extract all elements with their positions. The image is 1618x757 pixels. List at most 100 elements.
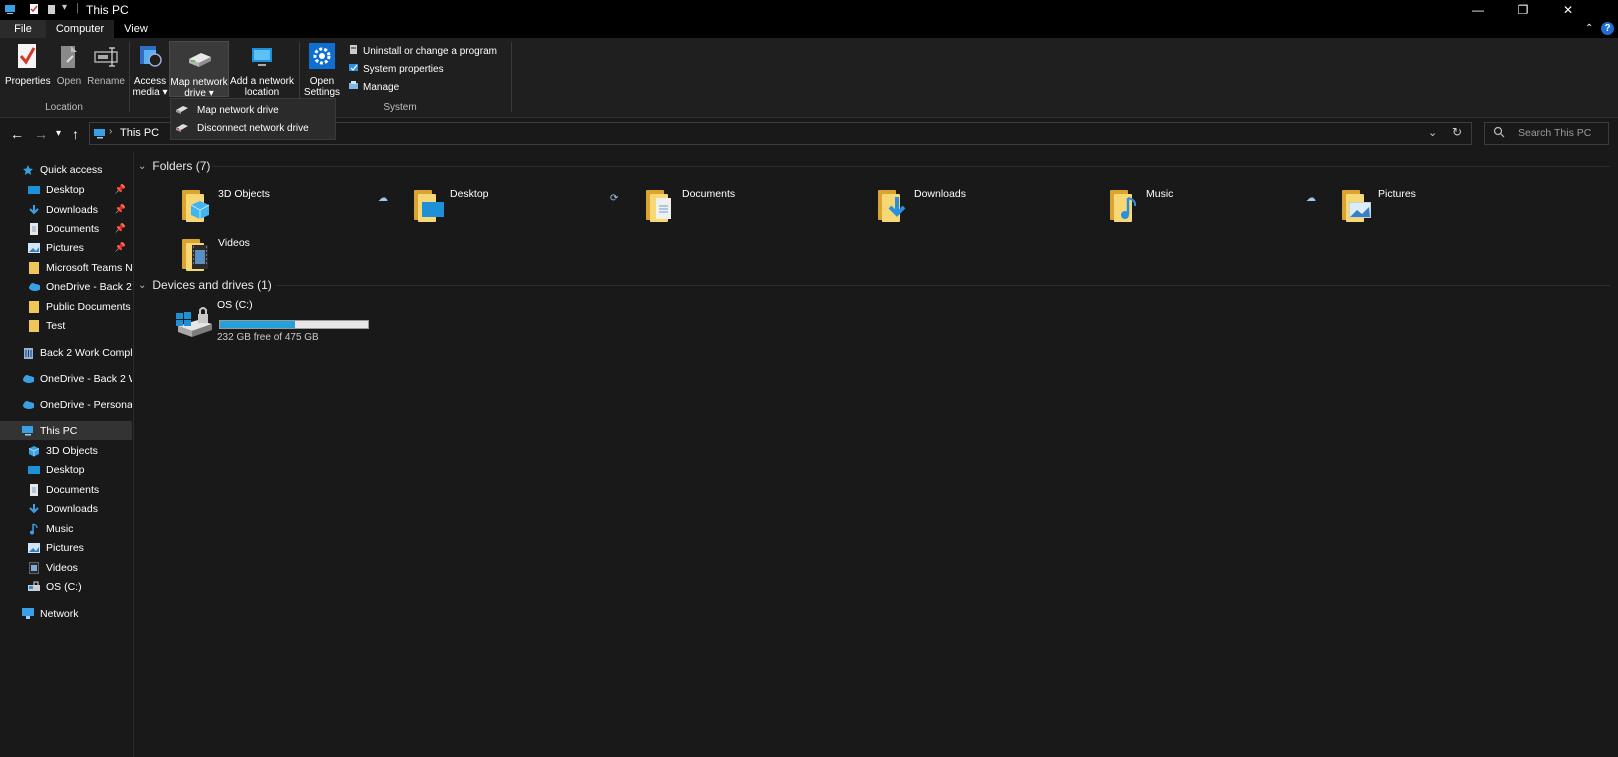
search-box[interactable]: Search This PC xyxy=(1484,122,1609,145)
rename-button[interactable]: Rename xyxy=(87,42,125,87)
sidebar-item-qa-downloads[interactable]: Downloads 📌 xyxy=(0,200,132,219)
folder-desktop[interactable]: Desktop ⟳ xyxy=(412,186,632,230)
sidebar-item-documents[interactable]: Documents xyxy=(0,480,132,499)
sync-status-icon: ⟳ xyxy=(610,193,619,204)
restore-button[interactable]: ❐ xyxy=(1500,0,1546,20)
breadcrumb-chevron-icon[interactable]: › xyxy=(109,126,112,137)
close-button[interactable]: ✕ xyxy=(1545,0,1591,20)
sidebar-item-qa-microsoft-teams[interactable]: Microsoft Teams Ne xyxy=(0,258,132,277)
sidebar-item-onedrive-personal[interactable]: OneDrive - Personal xyxy=(0,395,132,414)
folder-icon xyxy=(28,300,40,313)
desktop-icon xyxy=(28,184,40,195)
disconnect-drive-menu-icon xyxy=(175,122,189,135)
collapse-chevron-icon[interactable]: ⌄ xyxy=(138,161,146,172)
folder-icon xyxy=(28,319,40,332)
menu-item-map-network-drive[interactable]: Map network drive xyxy=(171,101,335,119)
folder-videos[interactable]: Videos xyxy=(180,235,400,279)
open-settings-label-line1: Open xyxy=(309,76,335,87)
sidebar-item-label: Back 2 Work Complet xyxy=(40,346,132,359)
system-properties-icon xyxy=(348,62,359,76)
map-network-drive-dropdown: Map network drive Disconnect network dri… xyxy=(170,98,336,140)
drive-os-c[interactable]: OS (C:) 232 GB free of 475 GB xyxy=(174,299,394,347)
sidebar-item-network[interactable]: Network xyxy=(0,604,132,623)
folder-icon xyxy=(28,261,40,274)
sidebar-item-back2work-complete[interactable]: Back 2 Work Complet xyxy=(0,343,132,362)
sidebar-item-videos[interactable]: Videos xyxy=(0,558,132,577)
sidebar-item-os-c[interactable]: OS (C:) xyxy=(0,577,132,596)
recent-locations-chevron-icon[interactable]: ▾ xyxy=(56,128,61,139)
access-media-button[interactable]: Access media ▾ xyxy=(132,42,168,98)
folder-documents[interactable]: Documents xyxy=(644,186,864,230)
pin-icon[interactable]: 📌 xyxy=(115,184,126,195)
properties-quick-icon[interactable] xyxy=(28,3,40,15)
folder-name: 3D Objects xyxy=(218,188,270,200)
building-icon xyxy=(22,347,34,359)
quick-access-toolbar-chevron-icon[interactable]: ▾ xyxy=(62,2,67,13)
open-button[interactable]: Open xyxy=(53,42,85,87)
back-arrow-icon[interactable]: ← xyxy=(10,126,24,142)
tab-file[interactable]: File xyxy=(0,20,46,38)
map-network-drive-button[interactable]: Map network drive ▾ xyxy=(169,41,229,99)
sidebar-item-qa-documents[interactable]: Documents 📌 xyxy=(0,219,132,238)
forward-arrow-icon[interactable]: → xyxy=(34,126,48,142)
sidebar-item-qa-pictures[interactable]: Pictures 📌 xyxy=(0,238,132,257)
menu-item-disconnect-network-drive[interactable]: Disconnect network drive xyxy=(171,119,335,137)
open-settings-button[interactable]: Open Settings xyxy=(303,42,341,98)
add-network-location-button[interactable]: Add a network location xyxy=(229,42,295,98)
folder-music[interactable]: Music ☁ xyxy=(1108,186,1328,230)
up-arrow-icon[interactable]: ↑ xyxy=(72,126,79,142)
videos-folder-icon xyxy=(180,235,210,271)
refresh-icon[interactable]: ↻ xyxy=(1452,125,1462,139)
ribbon-group-divider xyxy=(511,42,512,112)
uninstall-program-button[interactable]: Uninstall or change a program xyxy=(348,44,497,58)
manage-button[interactable]: Manage xyxy=(348,80,399,94)
sidebar-item-qa-desktop[interactable]: Desktop 📌 xyxy=(0,180,132,199)
sidebar-item-this-pc[interactable]: This PC xyxy=(0,421,132,440)
sidebar-item-music[interactable]: Music xyxy=(0,519,132,538)
folder-downloads[interactable]: Downloads xyxy=(876,186,1096,230)
ribbon-collapse-chevron-icon[interactable]: ⌃ xyxy=(1585,23,1593,34)
breadcrumb-this-pc[interactable]: This PC xyxy=(120,127,159,139)
folder-name: Pictures xyxy=(1378,188,1416,200)
sidebar-item-desktop[interactable]: Desktop xyxy=(0,460,132,479)
sidebar-item-qa-public-documents[interactable]: Public Documents xyxy=(0,297,132,316)
tab-view[interactable]: View xyxy=(114,20,158,38)
folder-name: Desktop xyxy=(450,188,489,200)
minimize-button[interactable]: — xyxy=(1455,0,1501,20)
add-network-location-label-line1: Add a network xyxy=(230,76,294,87)
documents-icon xyxy=(28,483,40,496)
system-properties-button[interactable]: System properties xyxy=(348,62,444,76)
folder-pictures[interactable]: Pictures xyxy=(1340,186,1560,230)
sidebar-item-downloads[interactable]: Downloads xyxy=(0,499,132,518)
3d-objects-folder-icon xyxy=(180,186,210,222)
properties-button[interactable]: Properties xyxy=(5,42,51,87)
explorer-app-icon[interactable] xyxy=(4,3,16,15)
new-folder-quick-icon[interactable] xyxy=(46,3,58,15)
pin-icon[interactable]: 📌 xyxy=(115,242,126,253)
sidebar-item-label: Test xyxy=(46,319,66,332)
properties-icon xyxy=(5,42,49,73)
sidebar-item-qa-test[interactable]: Test xyxy=(0,316,132,335)
help-icon[interactable]: ? xyxy=(1601,22,1614,35)
address-history-chevron-icon[interactable]: ⌄ xyxy=(1428,126,1437,139)
rename-icon xyxy=(87,42,125,73)
sidebar-item-onedrive-back2work[interactable]: OneDrive - Back 2 Wo xyxy=(0,369,132,388)
access-media-icon xyxy=(132,42,168,73)
uninstall-program-icon xyxy=(348,44,359,58)
tab-computer[interactable]: Computer xyxy=(46,20,114,38)
sidebar-item-qa-onedrive-back2work[interactable]: OneDrive - Back 2 W xyxy=(0,277,132,296)
sidebar-item-label: Documents xyxy=(46,222,100,235)
collapse-chevron-icon[interactable]: ⌄ xyxy=(138,280,146,291)
devices-heading: Devices and drives (1) xyxy=(152,278,272,292)
sidebar-item-3d-objects[interactable]: 3D Objects xyxy=(0,441,132,460)
add-network-location-label-line2: location xyxy=(244,87,280,98)
folders-section-header[interactable]: ⌄ Folders (7) xyxy=(138,159,210,173)
titlebar-separator: | xyxy=(76,2,79,14)
pin-icon[interactable]: 📌 xyxy=(115,204,126,215)
devices-section-header[interactable]: ⌄ Devices and drives (1) xyxy=(138,278,272,292)
sidebar-item-quick-access[interactable]: Quick access xyxy=(0,160,132,179)
folder-3d-objects[interactable]: 3D Objects ☁ xyxy=(180,186,400,230)
pin-icon[interactable]: 📌 xyxy=(115,223,126,234)
sidebar-item-pictures[interactable]: Pictures xyxy=(0,538,132,557)
drive-icon xyxy=(28,581,40,592)
